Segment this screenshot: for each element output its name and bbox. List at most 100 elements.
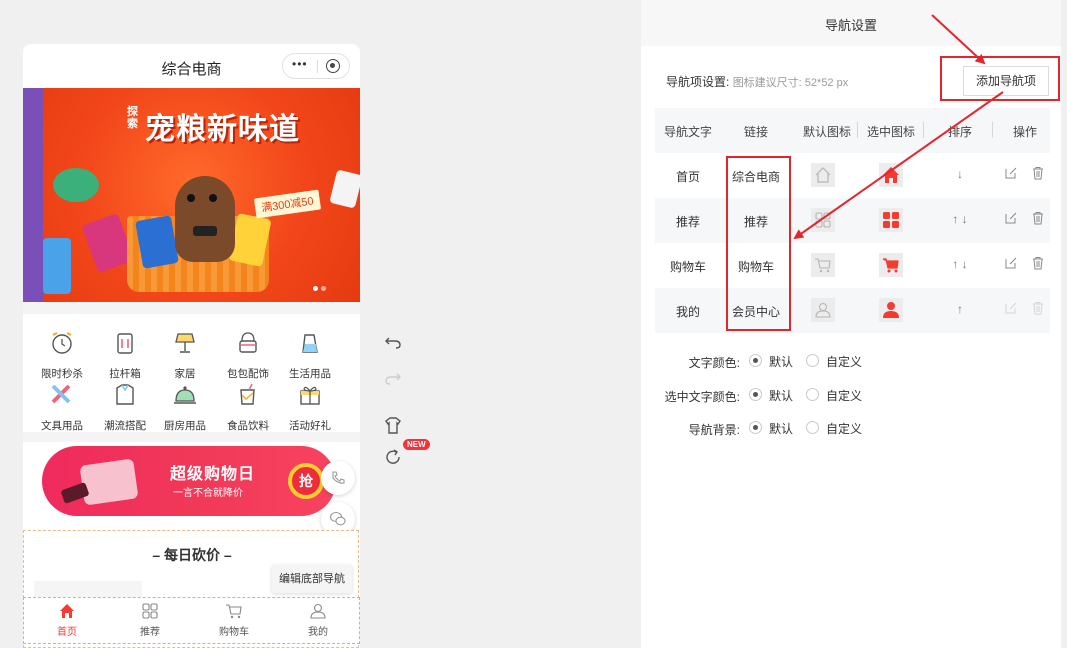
column-header: 链接 bbox=[743, 125, 768, 139]
column-header: 排序 bbox=[947, 125, 972, 139]
category-item[interactable]: 文具用品 bbox=[32, 382, 92, 433]
category-item[interactable]: 家居 bbox=[155, 330, 215, 381]
category-item[interactable]: 厨房用品 bbox=[155, 382, 215, 433]
selected-icon-slot[interactable] bbox=[879, 208, 903, 232]
sort-arrows[interactable]: ↓ bbox=[935, 167, 985, 181]
edit-icon[interactable] bbox=[1004, 211, 1018, 225]
column-header: 导航文字 bbox=[663, 125, 712, 139]
default-icon-slot[interactable] bbox=[811, 298, 835, 322]
annotation-box bbox=[940, 56, 1060, 101]
carousel-indicator[interactable] bbox=[313, 280, 329, 294]
phone-header: 综合电商 ••• bbox=[23, 44, 360, 88]
category-item[interactable]: 生活用品 bbox=[280, 330, 340, 381]
cloche-icon bbox=[174, 386, 196, 404]
miniprogram-capsule[interactable]: ••• bbox=[282, 53, 350, 79]
sort-arrows[interactable]: ↑ ↓ bbox=[935, 212, 985, 226]
promo-subtitle: 一言不合就降价 bbox=[173, 488, 243, 499]
drink-icon bbox=[240, 383, 255, 405]
sort-arrows[interactable]: ↑ ↓ bbox=[935, 257, 985, 271]
phone-call-button[interactable] bbox=[321, 461, 355, 495]
table-row: 购物车 购物车 ↑ ↓ bbox=[655, 243, 1050, 288]
selected-icon-slot[interactable] bbox=[879, 298, 903, 322]
user-icon bbox=[815, 302, 831, 318]
nav-settings-label: 导航项设置: 图标建议尺寸: 52*52 px bbox=[666, 73, 848, 90]
category-item[interactable]: 潮流搭配 bbox=[95, 382, 155, 433]
category-item[interactable]: 限时秒杀 bbox=[32, 330, 92, 381]
tab-recommend[interactable]: 推荐 bbox=[120, 602, 180, 638]
more-icon[interactable]: ••• bbox=[292, 57, 308, 71]
category-label: 限时秒杀 bbox=[41, 368, 83, 380]
category-label: 包包配饰 bbox=[227, 368, 269, 380]
undo-icon[interactable] bbox=[383, 332, 403, 352]
panel-title: 导航设置 bbox=[824, 18, 877, 33]
grid-icon bbox=[815, 212, 831, 228]
scrollbar-track[interactable] bbox=[1061, 0, 1067, 648]
nav-text: 首页 bbox=[675, 170, 700, 184]
category-item[interactable]: 拉杆箱 bbox=[95, 330, 155, 381]
radio-custom[interactable] bbox=[806, 388, 819, 401]
trash-icon[interactable] bbox=[1031, 256, 1045, 270]
banner-product bbox=[43, 238, 71, 294]
tab-home[interactable]: 首页 bbox=[37, 602, 97, 638]
edit-tabbar-tooltip[interactable]: 编辑底部导航 bbox=[272, 565, 352, 593]
nav-text: 推荐 bbox=[675, 215, 700, 229]
promo-title: 超级购物日 bbox=[170, 466, 256, 483]
option-label: 导航背景: bbox=[688, 423, 740, 437]
theme-shirt-icon[interactable] bbox=[383, 416, 403, 436]
category-item[interactable]: 食品饮料 bbox=[218, 382, 278, 433]
table-row: 我的 会员中心 ↑ bbox=[655, 288, 1050, 333]
column-header: 操作 bbox=[1012, 125, 1037, 139]
panel-header: 导航设置 bbox=[641, 0, 1061, 46]
edit-icon[interactable] bbox=[1004, 166, 1018, 180]
edit-icon[interactable] bbox=[1004, 256, 1018, 270]
column-header: 默认图标 bbox=[802, 125, 851, 139]
section-divider bbox=[23, 302, 360, 314]
tab-label: 推荐 bbox=[140, 627, 160, 638]
nav-text: 购物车 bbox=[669, 260, 706, 274]
tab-mine[interactable]: 我的 bbox=[288, 602, 348, 638]
promo-banner[interactable]: 超级购物日 一言不合就降价 抢 bbox=[42, 446, 336, 516]
default-icon-slot[interactable] bbox=[811, 163, 835, 187]
nav-items-table: 导航文字 链接 默认图标 选中图标 排序 操作 首页 综合电商 ↓ 推荐 推荐 … bbox=[655, 108, 1050, 333]
icon-size-hint: 图标建议尺寸: 52*52 px bbox=[732, 77, 849, 89]
radio-default[interactable] bbox=[749, 388, 762, 401]
banner-tag: 探索 bbox=[127, 106, 138, 130]
redo-icon[interactable] bbox=[383, 368, 403, 388]
section-divider bbox=[23, 432, 360, 442]
grab-button[interactable]: 抢 bbox=[288, 463, 324, 499]
bottom-tab-bar[interactable]: 首页 推荐 购物车 我的 bbox=[23, 597, 360, 644]
grid-icon bbox=[883, 212, 899, 228]
category-item[interactable]: 包包配饰 bbox=[218, 330, 278, 381]
radio-custom[interactable] bbox=[806, 421, 819, 434]
banner-carousel[interactable]: 探索 宠粮新味道 满300减50 bbox=[23, 88, 360, 302]
refresh-icon[interactable] bbox=[383, 447, 403, 467]
carousel-dot[interactable] bbox=[313, 286, 318, 291]
category-grid: 限时秒杀 拉杆箱 家居 包包配饰 生活用品 文具用品 潮流搭配 厨房用品 食品饮… bbox=[23, 314, 360, 432]
trash-icon[interactable] bbox=[1031, 211, 1045, 225]
radio-label: 自定义 bbox=[826, 422, 863, 436]
close-circle-icon[interactable] bbox=[326, 59, 340, 73]
tab-cart[interactable]: 购物车 bbox=[204, 602, 264, 638]
default-icon-slot[interactable] bbox=[811, 208, 835, 232]
radio-default[interactable] bbox=[749, 421, 762, 434]
sort-arrows[interactable]: ↑ bbox=[935, 302, 985, 316]
trash-icon bbox=[1033, 302, 1043, 315]
selected-icon-slot[interactable] bbox=[879, 253, 903, 277]
radio-custom[interactable] bbox=[806, 354, 819, 367]
phone-preview: 综合电商 ••• 探索 宠粮新味道 满300减50 限时秒杀 拉杆箱 家居 包包… bbox=[23, 44, 360, 648]
gift-icon bbox=[300, 386, 320, 405]
selected-icon-slot[interactable] bbox=[879, 163, 903, 187]
category-item[interactable]: 活动好礼 bbox=[280, 382, 340, 433]
category-label: 家居 bbox=[174, 368, 196, 380]
default-icon-slot[interactable] bbox=[811, 253, 835, 277]
carousel-dot[interactable] bbox=[321, 286, 326, 291]
shirt-icon bbox=[116, 384, 134, 405]
grid-icon bbox=[142, 603, 158, 619]
trash-icon[interactable] bbox=[1031, 166, 1045, 180]
category-label: 活动好礼 bbox=[289, 420, 331, 432]
column-header: 选中图标 bbox=[866, 125, 915, 139]
text-color-option: 文字颜色: 默认 自定义 bbox=[640, 354, 1060, 370]
suitcase-icon bbox=[117, 333, 133, 354]
radio-default[interactable] bbox=[749, 354, 762, 367]
edit-icon bbox=[1005, 302, 1017, 314]
